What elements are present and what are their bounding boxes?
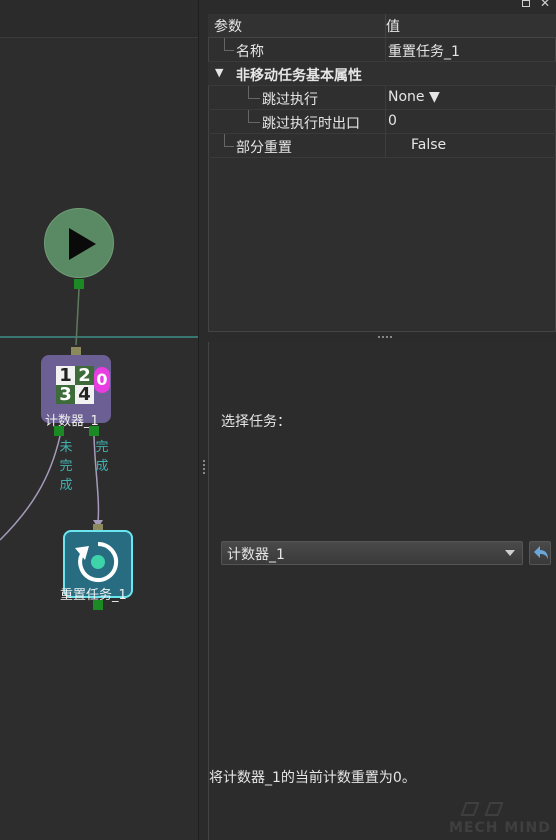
select-task-label: 选择任务： [221, 414, 291, 430]
task-config-panel: 选择任务： 计数器_1 将计数器_1的当前计数重置为0。 MECH MIND [208, 342, 556, 840]
property-value[interactable]: 0 [388, 113, 397, 129]
panel-title-bar: ✕ [208, 0, 556, 14]
reset-node-output-port[interactable] [93, 600, 103, 610]
tree-branch [224, 38, 234, 51]
close-icon[interactable]: ✕ [540, 0, 550, 9]
properties-header: 参数 值 [208, 14, 556, 38]
counter-complete-port[interactable] [89, 426, 99, 436]
horizontal-splitter[interactable] [208, 332, 556, 342]
counter-digit: 1 [56, 365, 75, 386]
counter-incomplete-port[interactable] [54, 426, 64, 436]
incomplete-exit-label: 未完成 [59, 440, 73, 493]
property-key: 名称 [236, 44, 264, 60]
float-icon[interactable] [522, 0, 530, 7]
back-arrow-icon [534, 546, 548, 559]
incomplete-exit-link [0, 435, 61, 541]
start-node[interactable] [44, 208, 114, 278]
property-group-nonmove-task[interactable]: ▼ 非移动任务基本属性 [208, 62, 556, 86]
splitter-grip [203, 460, 205, 476]
param-column-header: 参数 [214, 19, 242, 35]
counter-digit: 2 [75, 365, 94, 386]
property-key: 跳过执行 [262, 92, 318, 108]
start-node-output-port[interactable] [74, 279, 84, 289]
counter-icon: 1 2 3 4 [56, 365, 94, 405]
play-icon [69, 228, 96, 260]
property-row-skip-exec[interactable]: 跳过执行 None ▼ [208, 86, 556, 110]
collapse-arrow-icon[interactable]: ▼ [215, 66, 223, 79]
property-group-label: 非移动任务基本属性 [236, 68, 362, 84]
task-description: 将计数器_1的当前计数重置为0。 [209, 770, 416, 786]
column-divider [385, 38, 386, 62]
column-divider [385, 86, 386, 110]
watermark-logo-shape [460, 802, 480, 816]
property-row-name[interactable]: 名称 重置任务_1 [208, 38, 556, 62]
property-row-skip-exit[interactable]: 跳过执行时出口 0 [208, 110, 556, 134]
complete-exit-label: 完成 [95, 440, 109, 474]
property-value[interactable]: 重置任务_1 [388, 41, 460, 61]
counter-value-badge: 0 [94, 367, 110, 393]
property-row-partial-reset[interactable]: 部分重置 False [208, 134, 556, 158]
selected-task-value: 计数器_1 [227, 547, 285, 563]
watermark-text: MECH MIND [449, 820, 551, 836]
vertical-splitter[interactable] [198, 0, 208, 840]
column-divider [385, 110, 386, 134]
value-column-header: 值 [386, 19, 400, 35]
locate-task-button[interactable] [529, 541, 551, 565]
flow-canvas[interactable]: 1 2 3 4 0 计数器_1 未完成 完成 重置任务_1 [0, 0, 198, 840]
counter-node-input-port[interactable] [71, 347, 81, 355]
column-divider [385, 134, 386, 158]
counter-digit: 4 [75, 384, 94, 405]
watermark-logo-shape [484, 802, 504, 816]
property-key: 部分重置 [236, 140, 292, 156]
splitter-grip [378, 336, 394, 338]
property-value[interactable]: False [411, 137, 446, 153]
task-select-dropdown[interactable]: 计数器_1 [221, 541, 523, 565]
tree-branch [248, 86, 260, 99]
tree-branch [224, 134, 234, 147]
mech-mind-watermark: MECH MIND [449, 802, 551, 836]
skip-exec-dropdown[interactable]: None ▼ [388, 89, 440, 105]
property-key: 跳过执行时出口 [262, 116, 360, 132]
tree-branch [248, 110, 260, 123]
counter-digit: 3 [56, 384, 75, 405]
dropdown-arrow-icon [505, 550, 515, 556]
